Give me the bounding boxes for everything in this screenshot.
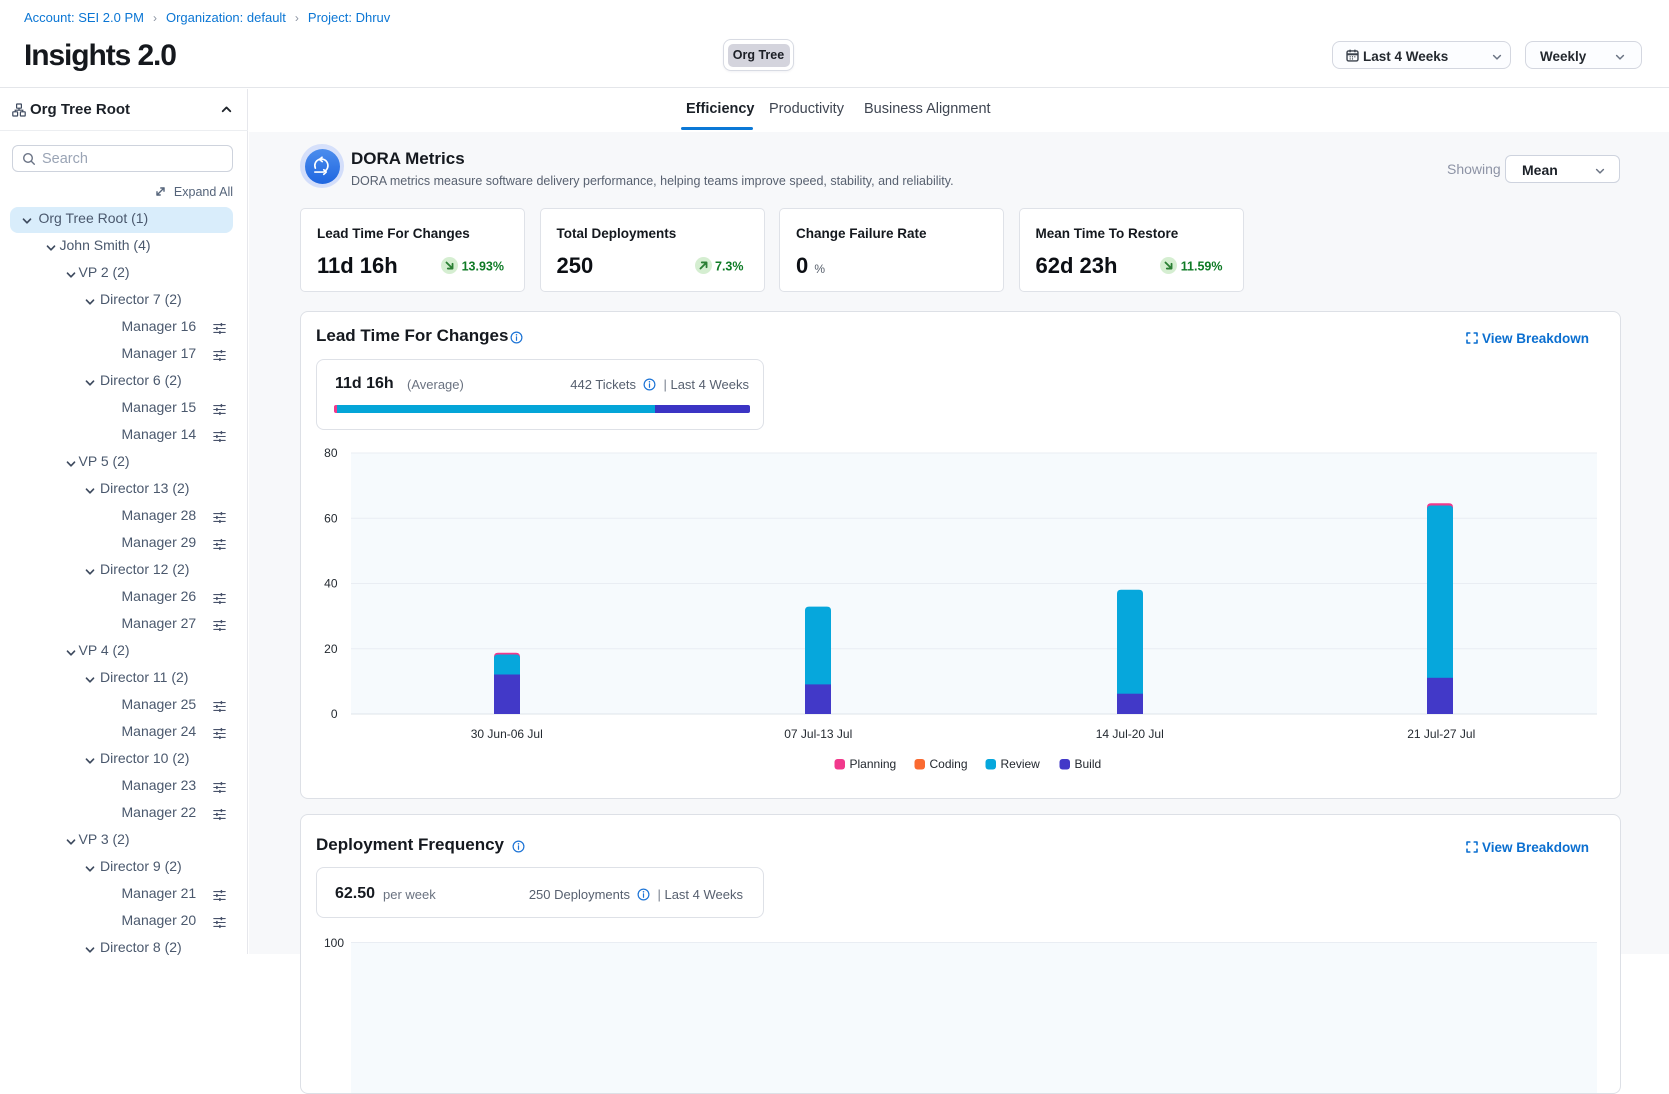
svg-text:30 Jun-06 Jul: 30 Jun-06 Jul xyxy=(471,727,543,741)
svg-text:Planning: Planning xyxy=(850,757,897,771)
svg-text:20: 20 xyxy=(324,642,338,656)
svg-text:60: 60 xyxy=(324,511,338,525)
svg-text:07 Jul-13 Jul: 07 Jul-13 Jul xyxy=(784,727,852,741)
svg-text:Build: Build xyxy=(1075,757,1102,771)
svg-text:Coding: Coding xyxy=(930,757,968,771)
svg-text:40: 40 xyxy=(324,577,338,591)
svg-text:21 Jul-27 Jul: 21 Jul-27 Jul xyxy=(1407,727,1475,741)
svg-text:100: 100 xyxy=(324,936,344,950)
svg-text:14 Jul-20 Jul: 14 Jul-20 Jul xyxy=(1096,727,1164,741)
svg-text:Review: Review xyxy=(1001,757,1041,771)
svg-text:0: 0 xyxy=(331,707,338,721)
svg-text:80: 80 xyxy=(324,446,338,460)
